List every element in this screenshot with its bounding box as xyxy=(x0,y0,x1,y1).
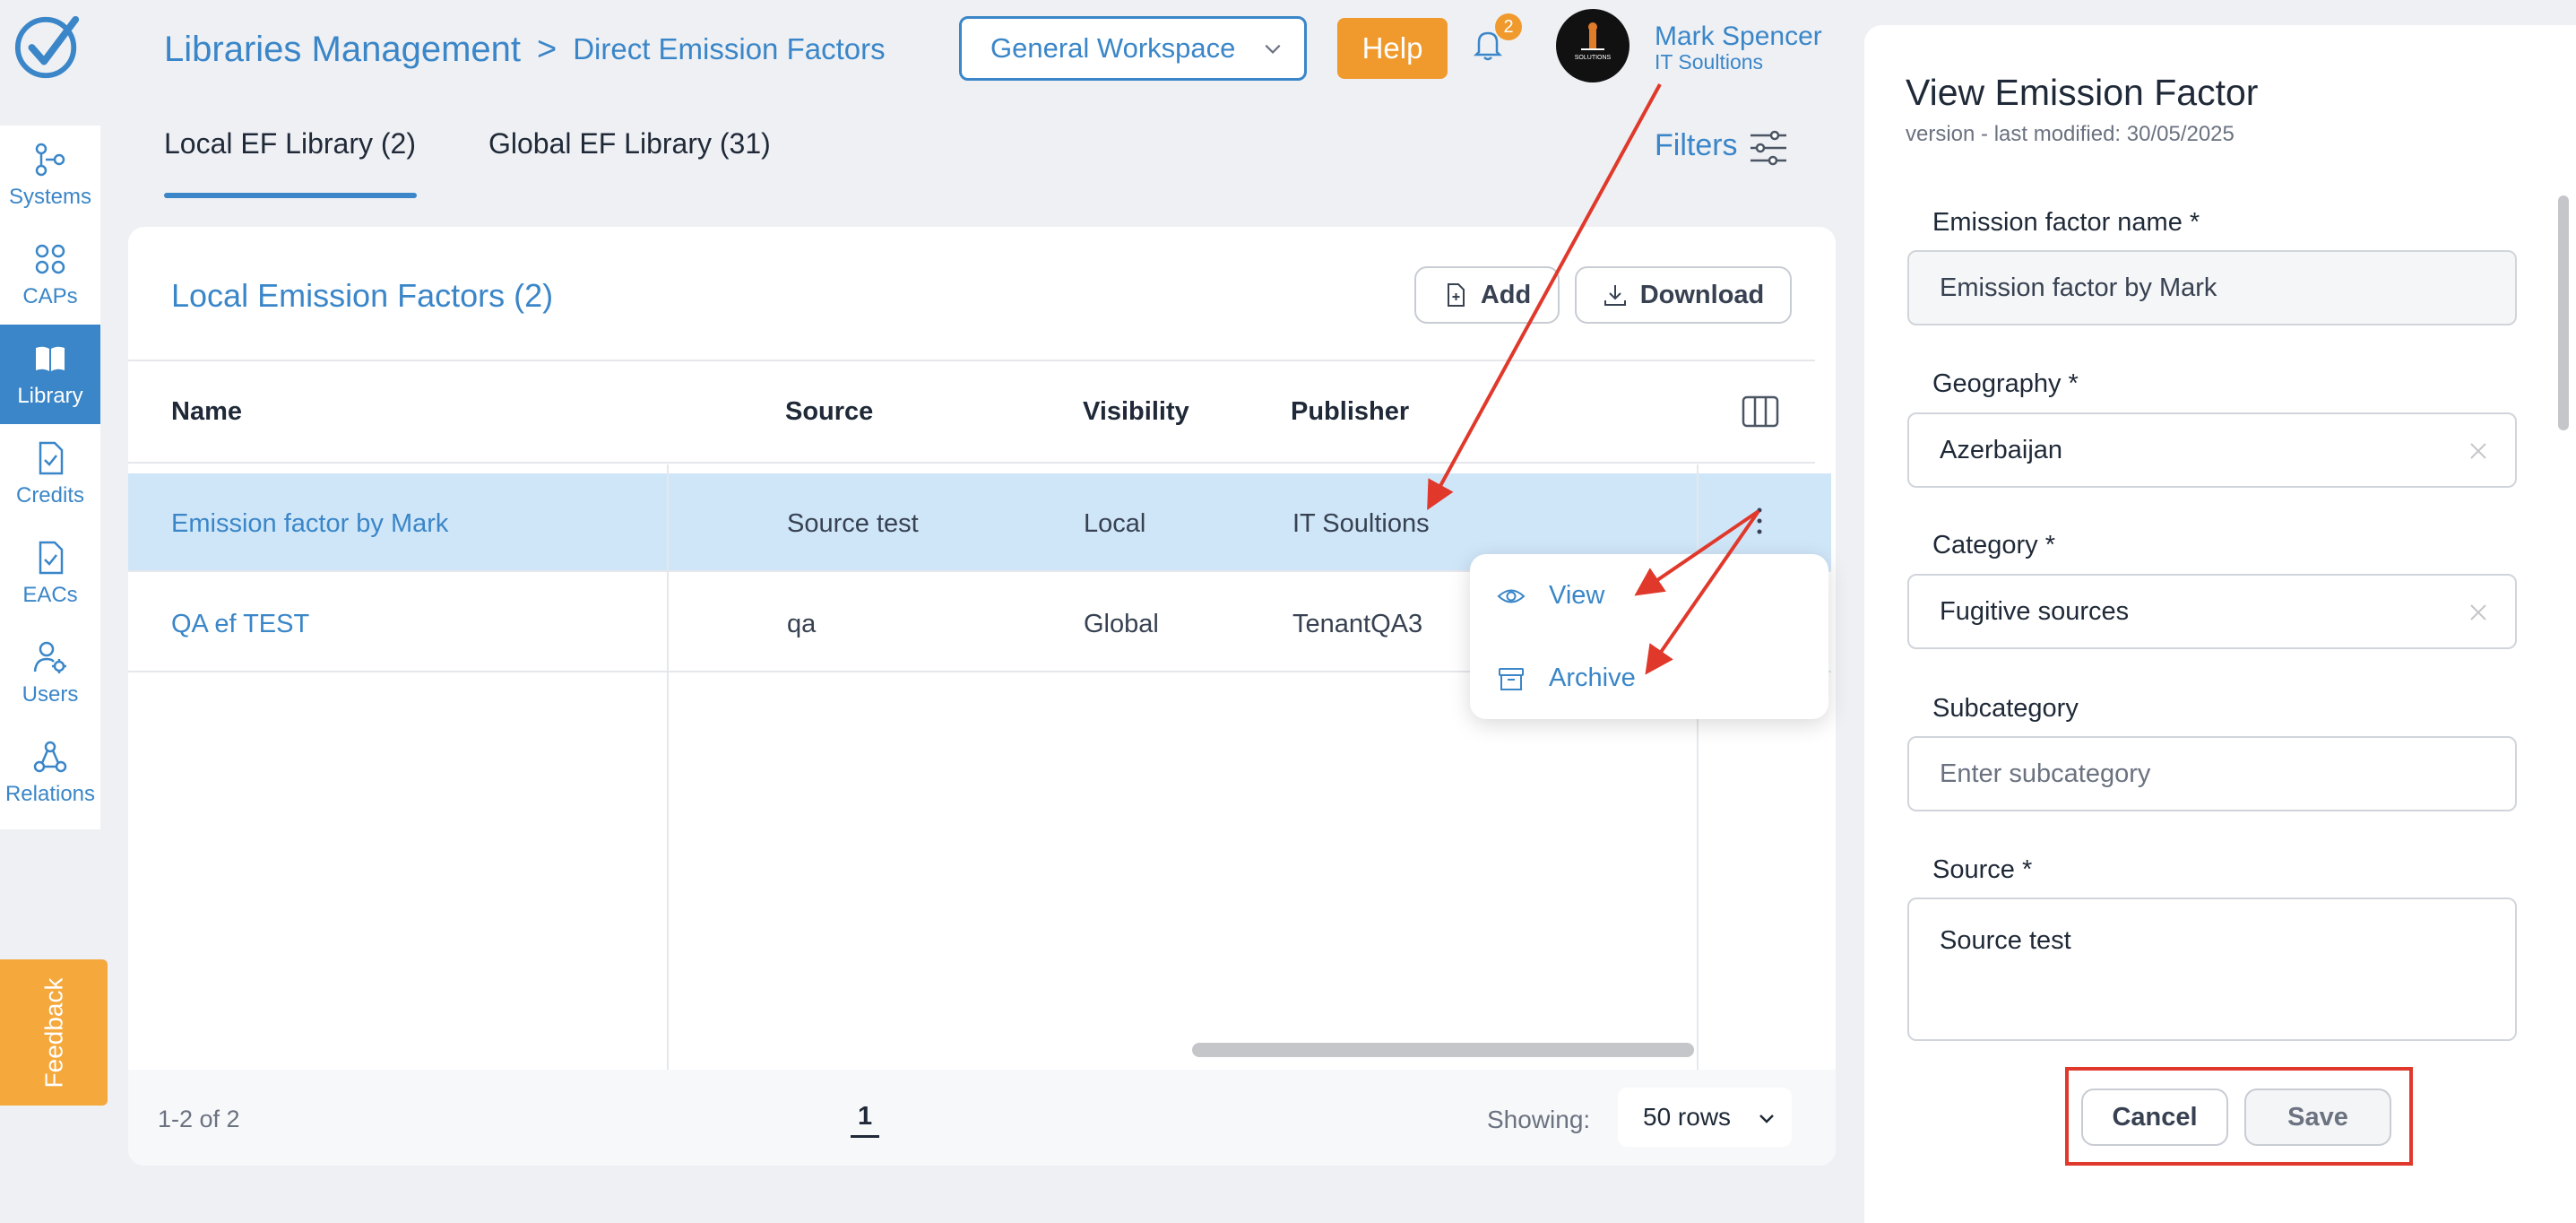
document-check-icon xyxy=(39,541,64,574)
app-logo[interactable] xyxy=(13,13,82,82)
cell-visibility: Global xyxy=(1084,610,1159,638)
document-check-icon xyxy=(39,441,64,474)
sidebar-nav: Systems CAPs Library Credits EACs Users … xyxy=(0,126,100,829)
sidebar-item-eacs[interactable]: EACs xyxy=(0,524,100,623)
column-header-publisher[interactable]: Publisher xyxy=(1291,397,1409,427)
user-name[interactable]: Mark Spencer xyxy=(1655,22,1822,52)
relations-icon xyxy=(33,741,67,772)
save-button[interactable]: Save xyxy=(2244,1089,2391,1146)
sidebar-item-relations[interactable]: Relations xyxy=(0,723,100,822)
panel-subtitle: version - last modified: 30/05/2025 xyxy=(1906,122,2235,146)
grid-icon xyxy=(35,244,65,273)
tab-local-ef-library[interactable]: Local EF Library (2) xyxy=(164,127,416,160)
category-select[interactable]: Fugitive sources xyxy=(1907,574,2517,649)
avatar-text: SOLUTIONS xyxy=(1575,55,1612,61)
help-button[interactable]: Help xyxy=(1337,18,1448,79)
card-title: Local Emission Factors (2) xyxy=(171,277,554,314)
book-icon xyxy=(36,346,65,371)
breadcrumb: Libraries Management > Direct Emission F… xyxy=(164,27,886,72)
notification-badge: 2 xyxy=(1495,13,1522,40)
cell-source: qa xyxy=(787,610,817,638)
horizontal-scrollbar[interactable] xyxy=(1192,1043,1694,1057)
download-icon xyxy=(1604,285,1626,306)
systems-icon xyxy=(35,143,65,176)
sidebar-item-label: Users xyxy=(22,681,79,707)
add-button[interactable]: Add xyxy=(1414,266,1560,324)
feedback-button[interactable]: Feedback xyxy=(0,959,108,1106)
column-divider xyxy=(667,464,669,1166)
close-icon[interactable] xyxy=(2468,441,2488,461)
sidebar-item-library[interactable]: Library xyxy=(0,325,100,424)
row-actions-menu: View Archive xyxy=(1470,554,1828,719)
more-vertical-icon[interactable] xyxy=(1752,505,1767,537)
sidebar-item-systems[interactable]: Systems xyxy=(0,126,100,225)
sliders-icon[interactable] xyxy=(1748,127,1789,169)
column-header-name[interactable]: Name xyxy=(171,397,242,427)
subcategory-input[interactable]: Enter subcategory xyxy=(1907,736,2517,811)
sidebar-item-credits[interactable]: Credits xyxy=(0,424,100,524)
close-icon[interactable] xyxy=(2468,603,2488,622)
showing-label: Showing: xyxy=(1487,1106,1591,1133)
menu-item-view[interactable]: View xyxy=(1497,581,1604,611)
archive-icon xyxy=(1499,667,1524,690)
panel-title: View Emission Factor xyxy=(1906,72,2259,113)
user-organization: IT Soultions xyxy=(1655,50,1764,74)
cancel-button[interactable]: Cancel xyxy=(2081,1089,2228,1146)
eye-icon xyxy=(1497,589,1526,603)
avatar-logo: SOLUTIONS xyxy=(1575,22,1612,61)
sidebar-item-users[interactable]: Users xyxy=(0,623,100,723)
emission-factor-name-field[interactable]: Emission factor by Mark xyxy=(1907,250,2517,325)
sidebar-item-label: Library xyxy=(17,383,83,408)
vertical-scrollbar[interactable] xyxy=(2558,195,2569,430)
chevron-down-icon xyxy=(1265,44,1281,54)
cell-name[interactable]: Emission factor by Mark xyxy=(171,509,448,539)
avatar[interactable]: SOLUTIONS xyxy=(1556,9,1629,82)
chevron-down-icon xyxy=(1759,1115,1774,1123)
menu-item-archive[interactable]: Archive xyxy=(1497,664,1636,693)
sidebar-item-label: EACs xyxy=(22,582,78,607)
breadcrumb-root[interactable]: Libraries Management xyxy=(164,30,521,70)
divider xyxy=(128,462,1815,464)
field-label: Geography * xyxy=(1932,369,2079,398)
sidebar-item-label: Credits xyxy=(15,482,85,507)
geography-select[interactable]: Azerbaijan xyxy=(1907,412,2517,488)
pagination-range: 1-2 of 2 xyxy=(158,1106,240,1132)
source-textarea[interactable]: Source test xyxy=(1907,898,2517,1041)
cell-publisher: TenantQA3 xyxy=(1292,610,1423,638)
view-emission-factor-panel: View Emission Factor version - last modi… xyxy=(1864,25,2576,1223)
breadcrumb-current: Direct Emission Factors xyxy=(573,32,886,65)
field-label: Source * xyxy=(1932,855,2033,884)
sidebar-item-label: Relations xyxy=(4,781,96,806)
rows-per-page-select[interactable]: 50 rows xyxy=(1618,1088,1792,1147)
column-header-source[interactable]: Source xyxy=(785,397,873,427)
columns-icon[interactable] xyxy=(1742,395,1779,428)
column-header-visibility[interactable]: Visibility xyxy=(1083,397,1189,427)
sidebar-item-label: Systems xyxy=(8,184,91,209)
sidebar-item-caps[interactable]: CAPs xyxy=(0,225,100,325)
field-label: Emission factor name * xyxy=(1932,208,2200,237)
filters-button[interactable]: Filters xyxy=(1655,128,1738,163)
field-label: Subcategory xyxy=(1932,694,2079,723)
user-gear-icon xyxy=(33,641,66,673)
sidebar-item-label: CAPs xyxy=(22,283,78,308)
table-footer: 1-2 of 2 1 Showing: 50 rows xyxy=(128,1070,1836,1166)
cell-visibility: Local xyxy=(1084,509,1146,538)
divider xyxy=(128,360,1815,361)
active-tab-indicator xyxy=(164,193,417,198)
cell-source: Source test xyxy=(787,509,919,538)
file-plus-icon xyxy=(1447,283,1465,307)
breadcrumb-separator: > xyxy=(537,30,558,68)
workspace-select[interactable]: General Workspace xyxy=(959,16,1307,81)
field-label: Category * xyxy=(1932,531,2056,559)
cell-publisher: IT Soultions xyxy=(1292,509,1430,538)
cell-name[interactable]: QA ef TEST xyxy=(171,610,309,639)
tab-global-ef-library[interactable]: Global EF Library (31) xyxy=(488,127,771,160)
download-button[interactable]: Download xyxy=(1575,266,1792,324)
page-number-button[interactable]: 1 xyxy=(851,1102,880,1138)
